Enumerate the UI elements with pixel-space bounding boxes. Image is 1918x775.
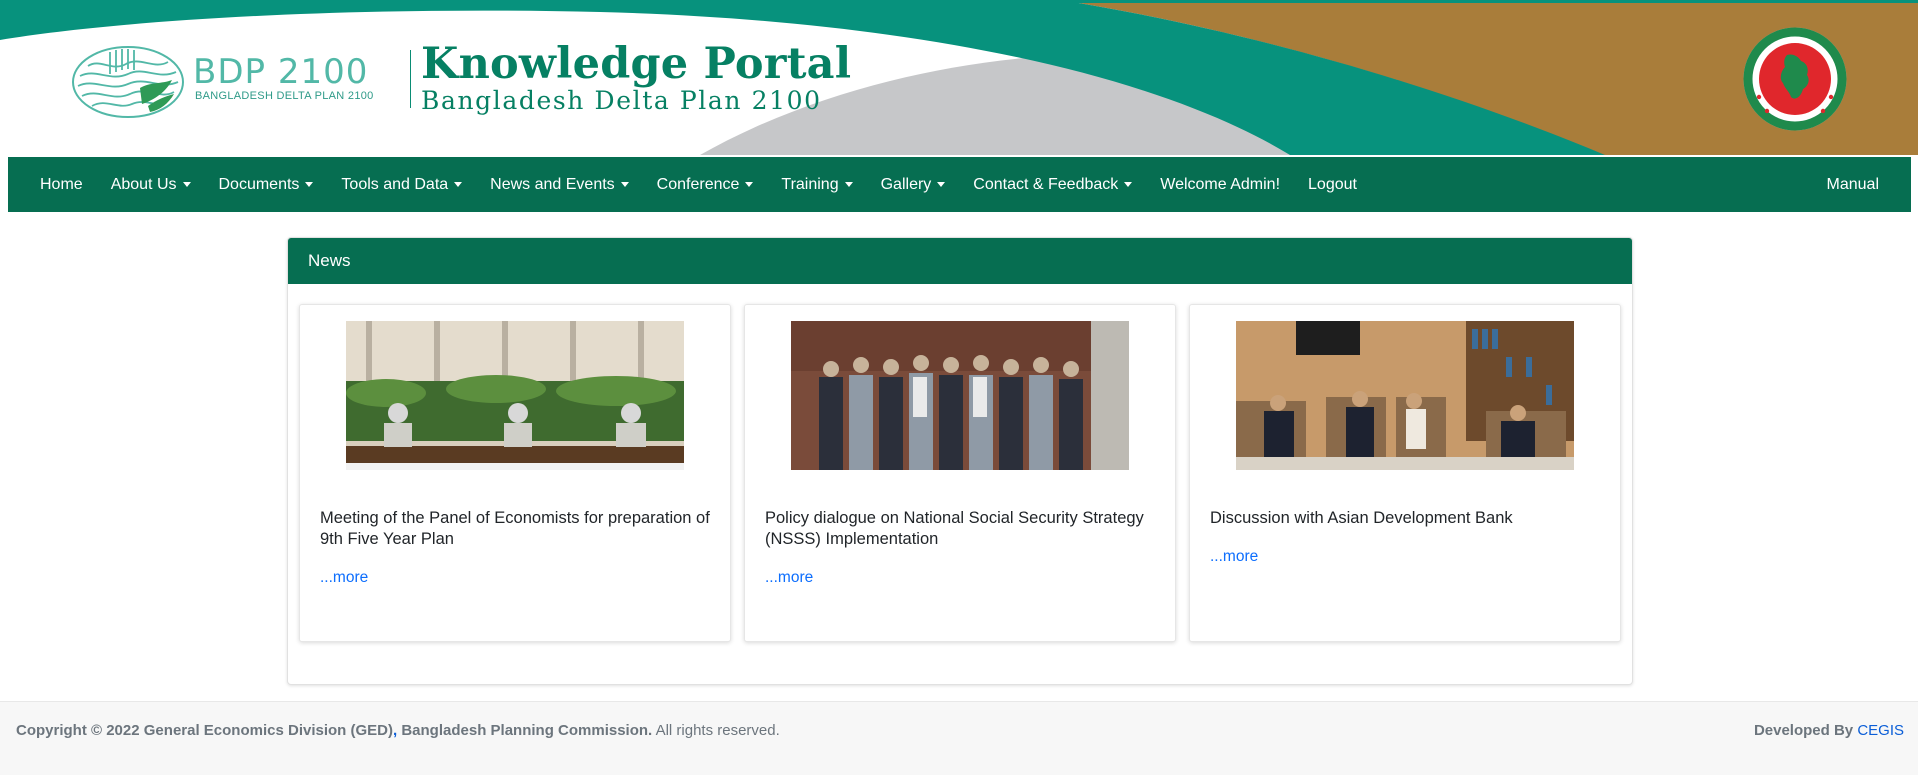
news-title: Policy dialogue on National Social Secur… xyxy=(765,509,1144,548)
news-image[interactable] xyxy=(346,321,684,470)
nav-documents[interactable]: Documents xyxy=(205,157,328,212)
nav-gallery[interactable]: Gallery xyxy=(867,157,960,212)
nav-manual-label: Manual xyxy=(1826,175,1879,193)
nav-welcome-admin[interactable]: Welcome Admin! xyxy=(1146,157,1294,212)
nav-conference[interactable]: Conference xyxy=(643,157,768,212)
meeting-photo-icon xyxy=(346,321,684,470)
nav-home[interactable]: Home xyxy=(26,157,97,212)
news-image[interactable] xyxy=(1236,321,1574,470)
chevron-down-icon xyxy=(620,182,629,187)
chevron-down-icon xyxy=(305,182,314,187)
nav-manual[interactable]: Manual xyxy=(1813,157,1893,212)
footer-separator: , xyxy=(393,722,398,739)
copyright-text: Copyright © 2022 xyxy=(16,722,140,739)
developed-by-text: Developed By xyxy=(1753,722,1854,739)
rights-text: All rights reserved. xyxy=(655,722,780,739)
ged-link-label: General Economics Division (GED) xyxy=(143,722,393,739)
bdp-title: BDP 2100 xyxy=(193,52,369,92)
nav-tools-and-data[interactable]: Tools and Data xyxy=(327,157,476,212)
portal-subtitle: Bangladesh Delta Plan 2100 xyxy=(421,86,822,115)
nav-news-and-events-label: News and Events xyxy=(490,175,615,193)
nav-about-us-label: About Us xyxy=(110,175,177,193)
chevron-down-icon xyxy=(1124,182,1133,187)
news-image[interactable] xyxy=(791,321,1129,470)
group-photo-icon xyxy=(791,321,1129,470)
chevron-down-icon xyxy=(937,182,946,187)
nav-contact-feedback[interactable]: Contact & Feedback xyxy=(959,157,1146,212)
nav-logout[interactable]: Logout xyxy=(1294,157,1371,212)
site-footer: Copyright © 2022 General Economics Divis… xyxy=(0,701,1918,775)
chevron-down-icon xyxy=(745,182,754,187)
nav-conference-label: Conference xyxy=(656,175,740,193)
read-more-link[interactable]: ...more xyxy=(320,569,368,587)
discussion-photo-icon xyxy=(1236,321,1574,470)
main-navbar: Home About Us Documents Tools and Data N… xyxy=(8,157,1911,212)
bdp-subtitle: BANGLADESH DELTA PLAN 2100 xyxy=(195,90,374,102)
nav-gallery-label: Gallery xyxy=(880,175,932,193)
ged-link[interactable]: General Economics Division (GED) xyxy=(144,722,393,739)
news-header-title: News xyxy=(308,251,351,270)
bdp-2100-logo-icon xyxy=(72,46,184,118)
read-more-link[interactable]: ...more xyxy=(765,569,813,587)
chevron-down-icon xyxy=(844,182,853,187)
nav-documents-label: Documents xyxy=(218,175,300,193)
news-panel: News Meeting of the Panel of Economists … xyxy=(287,237,1633,685)
news-item: Policy dialogue on National Social Secur… xyxy=(744,304,1176,642)
title-divider xyxy=(410,50,411,108)
footer-copyright: Copyright © 2022 General Economics Divis… xyxy=(16,722,780,739)
chevron-down-icon xyxy=(454,182,463,187)
portal-title: Knowledge Portal xyxy=(421,39,852,89)
news-header: News xyxy=(288,238,1632,284)
government-seal-icon xyxy=(1743,27,1847,131)
news-title: Discussion with Asian Development Bank xyxy=(1210,509,1513,527)
nav-logout-label: Logout xyxy=(1308,175,1357,193)
news-item: Meeting of the Panel of Economists for p… xyxy=(299,304,731,642)
nav-training[interactable]: Training xyxy=(767,157,866,212)
read-more-link[interactable]: ...more xyxy=(1210,548,1258,566)
news-item: Discussion with Asian Development Bank .… xyxy=(1189,304,1621,642)
nav-welcome-admin-label: Welcome Admin! xyxy=(1160,175,1281,193)
chevron-down-icon xyxy=(182,182,191,187)
cegis-link[interactable]: CEGIS xyxy=(1857,722,1904,739)
news-title: Meeting of the Panel of Economists for p… xyxy=(320,509,710,548)
footer-developer: Developed By CEGIS xyxy=(1754,722,1904,739)
nav-training-label: Training xyxy=(781,175,839,193)
nav-contact-feedback-label: Contact & Feedback xyxy=(973,175,1119,193)
planning-commission-label: Bangladesh Planning Commission. xyxy=(401,722,653,739)
nav-home-label: Home xyxy=(40,175,83,193)
nav-tools-and-data-label: Tools and Data xyxy=(341,175,449,193)
nav-about-us[interactable]: About Us xyxy=(97,157,205,212)
planning-commission-link[interactable]: Bangladesh Planning Commission. xyxy=(401,722,652,739)
site-banner: BDP 2100 BANGLADESH DELTA PLAN 2100 Know… xyxy=(0,0,1918,155)
nav-news-and-events[interactable]: News and Events xyxy=(476,157,643,212)
